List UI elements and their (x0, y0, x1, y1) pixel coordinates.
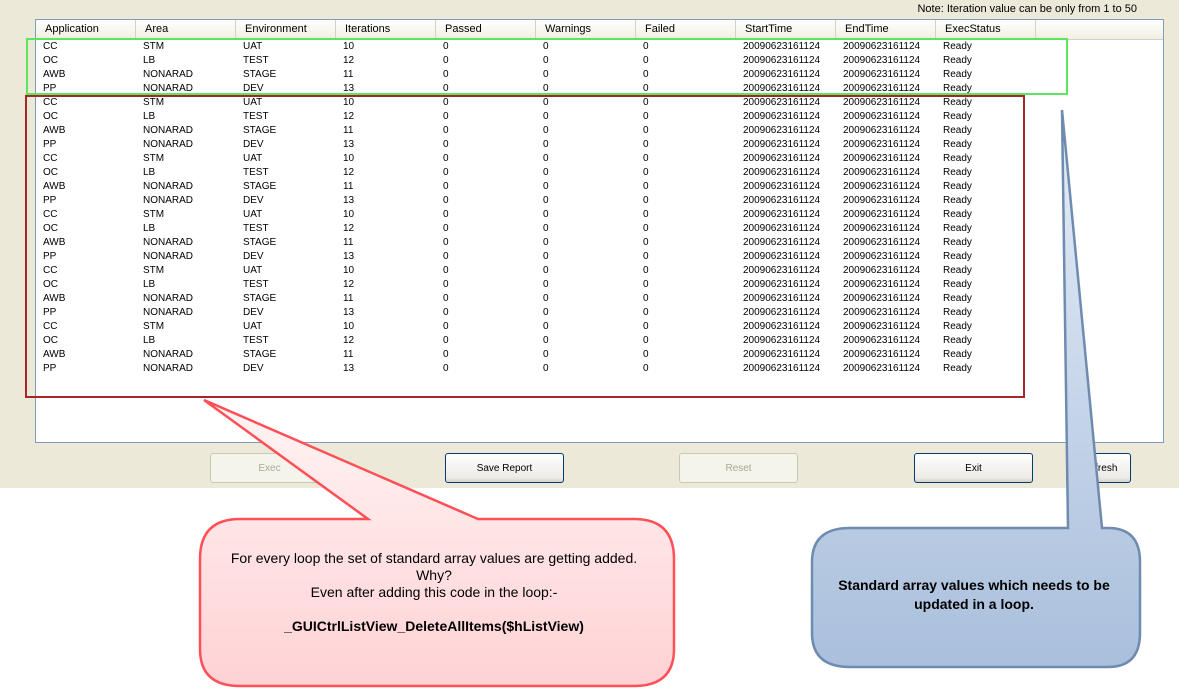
red-callout-line-1: For every loop the set of standard array… (230, 550, 638, 566)
blue-callout-text: Standard array values which needs to be … (838, 577, 1110, 612)
red-callout-text: For every loop the set of standard array… (214, 550, 654, 635)
red-callout-code: _GUICtrlListView_DeleteAllItems($hListVi… (284, 618, 584, 634)
red-callout-line-2: Why? (416, 567, 452, 583)
red-callout-bubble (198, 398, 676, 688)
red-callout-line-3: Even after adding this code in the loop:… (310, 584, 558, 600)
